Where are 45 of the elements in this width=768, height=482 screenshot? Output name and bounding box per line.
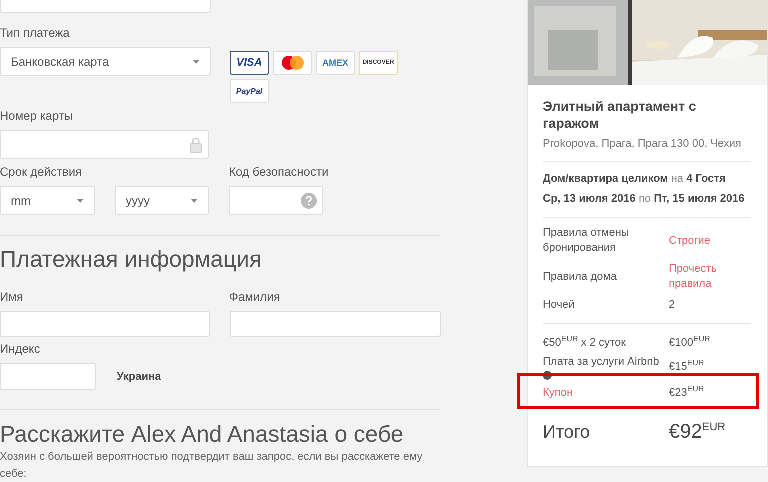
- field-label: Срок действия: [0, 165, 82, 179]
- payment-method-option[interactable]: [273, 51, 312, 75]
- section-heading: Расскажите Alex And Anastasia о себе: [0, 420, 405, 448]
- country-field[interactable]: [0, 0, 211, 13]
- field-label: Код безопасности: [229, 165, 329, 179]
- payment-method-option[interactable]: PayPal: [230, 79, 269, 103]
- year-dropdown[interactable]: yyyy: [115, 186, 209, 215]
- rule-label: Ночей: [543, 298, 576, 313]
- fee-label: Плата за услуги Airbnb: [543, 356, 660, 368]
- payment-type-dropdown[interactable]: Банковская карта: [0, 47, 211, 76]
- field-label: Фамилия: [229, 290, 280, 304]
- caret-icon: [191, 198, 198, 202]
- caret-icon: [77, 198, 84, 202]
- padlock-icon: [190, 136, 202, 152]
- last-name-field[interactable]: [230, 311, 441, 337]
- month-dropdown[interactable]: mm: [0, 186, 95, 215]
- fee-amount: €23$^{EUR}$: [669, 386, 706, 401]
- rule-value: 2: [669, 298, 676, 313]
- total-amount: €92$^{EUR}$: [669, 421, 727, 444]
- listing-title: Элитный апартамент с гаражом: [543, 98, 698, 132]
- payment-method-option[interactable]: VISA: [230, 51, 269, 75]
- rule-label: Правила отмены бронирования: [543, 226, 630, 256]
- section-heading: Платежная информация: [0, 245, 263, 273]
- first-name-field[interactable]: [0, 311, 210, 337]
- total-label: Итого: [543, 422, 592, 443]
- overlapping-circles-icon: [282, 56, 304, 70]
- field-label: Индекс: [0, 342, 42, 356]
- rule-label: Правила дома: [543, 270, 618, 284]
- stay-details: Дом/квартира целиком на 4 Гостя: [543, 172, 727, 187]
- help-icon: [301, 192, 317, 208]
- fee-label: €50$^{EUR}$ x 2 суток: [543, 337, 626, 349]
- country-text: Украина: [117, 371, 162, 385]
- stay-dates: Ср, 13 июля 2016 по Пт, 15 июля 2016: [543, 192, 746, 207]
- caret-icon: [193, 60, 200, 64]
- fee-amount: €100$^{EUR}$: [669, 336, 712, 351]
- fee-amount: €15$^{EUR}$: [669, 360, 706, 375]
- field-label: Имя: [0, 290, 24, 304]
- paragraph: Хозяин с большей вероятностью подтвердит ваш запрос, если вы расскажете ему себе:: [0, 450, 424, 482]
- card-number-field[interactable]: [0, 130, 209, 159]
- field-label: Номер карты: [0, 109, 74, 123]
- security-code-field[interactable]: [229, 186, 323, 215]
- field-label: Тип платежа: [0, 26, 71, 40]
- payment-method-option[interactable]: AMEX: [316, 51, 355, 75]
- postal-code-field[interactable]: [0, 363, 96, 390]
- listing-address: Prokopova, Прага, Прага 130 00, Чехия: [543, 138, 742, 150]
